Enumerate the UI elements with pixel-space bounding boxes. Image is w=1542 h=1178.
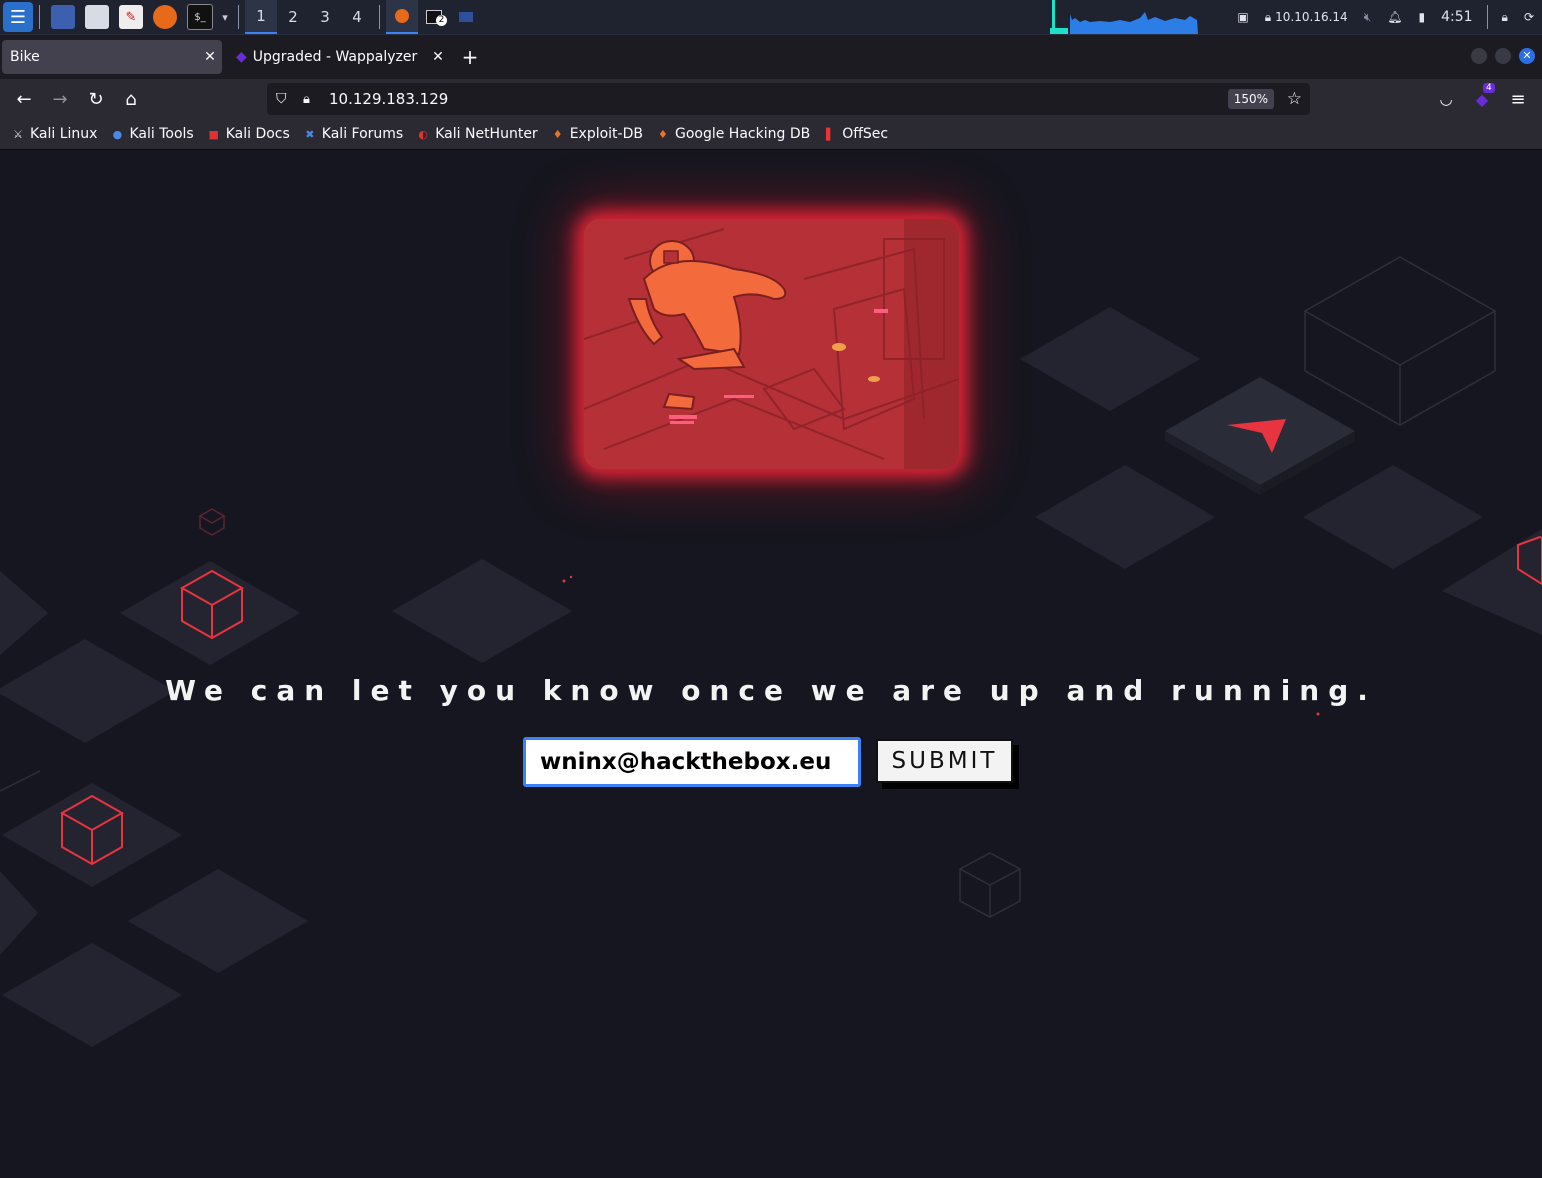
forward-button[interactable]: →: [46, 85, 74, 113]
show-desktop-icon[interactable]: [51, 5, 75, 29]
bookmark-label: Kali Forums: [321, 126, 404, 142]
kali-nethunter-icon: ◐: [418, 127, 429, 141]
window-icon: [459, 12, 473, 22]
url-text[interactable]: 10.129.183.129: [329, 90, 448, 108]
notification-bell-icon[interactable]: 🔔︎: [1379, 0, 1410, 34]
bookmark-kali-linux[interactable]: ⚔ Kali Linux: [10, 126, 97, 142]
lock-icon[interactable]: 🔒︎: [303, 92, 310, 107]
vpn-lock-icon: 🔒︎: [1264, 9, 1272, 24]
kali-dragon-icon: ⚔: [13, 127, 23, 141]
logout-icon[interactable]: ⟳: [1516, 0, 1542, 34]
address-bar[interactable]: ⛉ 🔒︎ 10.129.183.129 150% ☆: [267, 83, 1310, 115]
taskbar-window-firefox[interactable]: [386, 0, 418, 34]
offsec-icon: ▌: [825, 127, 835, 141]
bookmark-offsec[interactable]: ▌ OffSec: [822, 126, 888, 142]
battery-icon[interactable]: ▮: [1410, 0, 1433, 34]
chevron-down-icon[interactable]: ▾: [218, 0, 232, 34]
extension-badge: 4: [1483, 83, 1495, 93]
lock-screen-icon[interactable]: 🔒︎: [1494, 0, 1516, 34]
bookmark-label: Kali Tools: [129, 126, 194, 142]
browser-navigation-bar: ← → ↻ ⌂ ⛉ 🔒︎ 10.129.183.129 150% ☆ ◡ ◆ 4…: [0, 79, 1542, 119]
bookmarks-toolbar: ⚔ Kali Linux ● Kali Tools ■ Kali Docs ✖ …: [0, 119, 1542, 150]
workspace-4[interactable]: 4: [341, 0, 373, 34]
bookmark-kali-forums[interactable]: ✖ Kali Forums: [302, 126, 403, 142]
system-taskbar: ☰ ✎ $_ ▾ 1 2 3 4 2 ▣ 🔒︎ 10.10.16.14 🔇︎ 🔔…: [0, 0, 1542, 35]
browser-tab-bar: Bike ✕ ◆ Upgraded - Wappalyzer ✕ + ✕: [0, 35, 1542, 79]
vpn-ip-address: 10.10.16.14: [1275, 10, 1348, 24]
terminal-launcher-icon[interactable]: $_: [187, 4, 213, 30]
close-icon[interactable]: ✕: [426, 49, 450, 65]
tab-bike[interactable]: Bike ✕: [2, 40, 222, 74]
taskbar-separator: [238, 5, 239, 29]
home-button[interactable]: ⌂: [117, 85, 145, 113]
bookmark-star-icon[interactable]: ☆: [1287, 89, 1302, 109]
hero-illustration-card: [584, 219, 959, 469]
bookmark-google-hacking-db[interactable]: ♦ Google Hacking DB: [655, 126, 810, 142]
screen-icon[interactable]: ▣: [1229, 0, 1256, 34]
taskbar-window-other[interactable]: [450, 0, 482, 34]
tab-label: Upgraded - Wappalyzer: [252, 49, 418, 65]
bookmark-exploit-db[interactable]: ♦ Exploit-DB: [550, 126, 643, 142]
minimize-window-button[interactable]: [1471, 48, 1487, 64]
page-content: We can let you know once we are up and r…: [0, 151, 1542, 1178]
network-activity-graph: [1050, 0, 1198, 34]
workspace-1[interactable]: 1: [245, 0, 277, 34]
bookmark-label: Kali Docs: [225, 126, 290, 142]
wappalyzer-extension-button[interactable]: ◆ 4: [1468, 83, 1496, 113]
submit-button[interactable]: SUBMIT: [876, 739, 1013, 783]
kali-docs-icon: ■: [208, 127, 219, 141]
kali-forums-icon: ✖: [305, 127, 315, 141]
reload-button[interactable]: ↻: [82, 85, 110, 113]
text-editor-icon[interactable]: ✎: [119, 5, 143, 29]
zoom-level-button[interactable]: 150%: [1227, 89, 1274, 109]
email-input[interactable]: [523, 737, 861, 787]
bookmark-label: Exploit-DB: [569, 126, 643, 142]
vpn-status[interactable]: 🔒︎ 10.10.16.14: [1257, 0, 1356, 34]
workspace-3[interactable]: 3: [309, 0, 341, 34]
bookmark-kali-tools[interactable]: ● Kali Tools: [109, 126, 194, 142]
system-tray: ▣ 🔒︎ 10.10.16.14 🔇︎ 🔔︎ ▮ 4:51 🔒︎ ⟳: [1229, 0, 1542, 34]
menu-icon[interactable]: ≡: [1504, 85, 1532, 113]
workspace-2[interactable]: 2: [277, 0, 309, 34]
back-button[interactable]: ←: [10, 85, 38, 113]
bookmark-label: Kali Linux: [30, 126, 98, 142]
kali-menu-icon[interactable]: ☰: [3, 2, 33, 32]
bookmark-kali-docs[interactable]: ■ Kali Docs: [206, 126, 290, 142]
shield-icon[interactable]: ⛉: [276, 91, 287, 107]
google-hacking-db-icon: ♦: [658, 127, 668, 141]
firefox-icon: [395, 9, 409, 23]
astronaut-illustration: [584, 219, 959, 469]
taskbar-separator: [1486, 5, 1488, 29]
tab-wappalyzer[interactable]: ◆ Upgraded - Wappalyzer ✕: [230, 40, 450, 74]
exploit-db-icon: ♦: [552, 127, 563, 141]
bookmark-kali-nethunter[interactable]: ◐ Kali NetHunter: [415, 126, 537, 142]
kali-tools-icon: ●: [112, 127, 123, 141]
bookmark-label: Kali NetHunter: [435, 126, 538, 142]
wappalyzer-icon: ◆: [236, 49, 247, 65]
bookmark-label: OffSec: [842, 126, 889, 142]
firefox-launcher-icon[interactable]: [153, 5, 177, 29]
bookmark-label: Google Hacking DB: [674, 126, 811, 142]
new-tab-button[interactable]: +: [458, 40, 482, 74]
taskbar-separator: [379, 5, 380, 29]
taskbar-window-terminal[interactable]: 2: [418, 0, 450, 34]
taskbar-separator: [39, 5, 40, 29]
pocket-icon[interactable]: ◡: [1432, 85, 1460, 113]
close-icon[interactable]: ✕: [198, 49, 222, 65]
file-manager-icon[interactable]: [85, 5, 109, 29]
maximize-window-button[interactable]: [1495, 48, 1511, 64]
close-window-button[interactable]: ✕: [1519, 48, 1535, 64]
clock[interactable]: 4:51: [1433, 0, 1480, 34]
page-headline: We can let you know once we are up and r…: [165, 674, 1377, 707]
volume-muted-icon[interactable]: 🔇︎: [1356, 0, 1380, 34]
tab-label: Bike: [10, 49, 40, 65]
terminal-count-badge: 2: [436, 15, 447, 26]
